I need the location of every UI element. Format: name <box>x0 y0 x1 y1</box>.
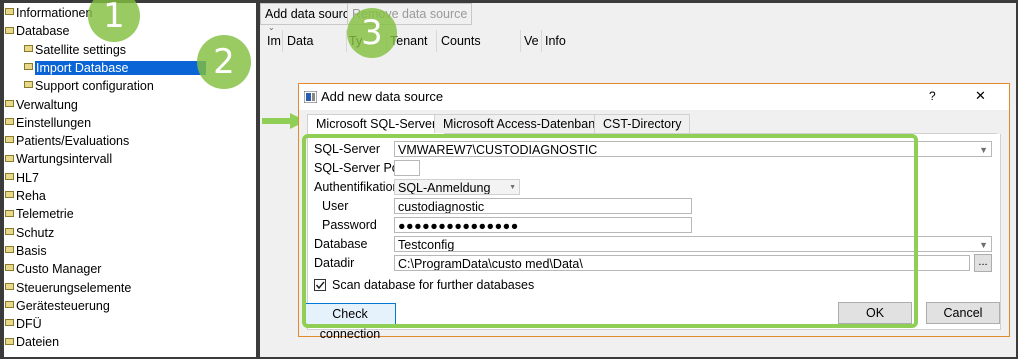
column-header-counts[interactable]: Counts <box>441 32 481 50</box>
chevron-down-icon: ▼ <box>979 240 988 250</box>
tree-item[interactable]: Patients/Evaluations <box>5 132 129 150</box>
tree-item-label: Telemetrie <box>16 207 74 222</box>
column-header-data[interactable]: Data <box>287 32 313 50</box>
step-badge-3: 3 <box>347 8 397 58</box>
tree-item-label: Reha <box>16 189 46 203</box>
tree-item-label: Informationen <box>16 6 93 20</box>
tree-item[interactable]: Verwaltung <box>5 96 78 114</box>
folder-icon <box>5 246 14 254</box>
sort-indicator-icon: ⌄ <box>268 23 275 32</box>
add-data-source-button[interactable]: Add data source <box>260 3 362 25</box>
tree-item-label: Einstellungen <box>16 115 92 130</box>
tree-item-label: Steuerungselemente <box>16 280 132 295</box>
column-separator <box>436 30 437 52</box>
tree-item[interactable]: HL7 <box>5 169 39 187</box>
tree-item[interactable]: Informationen <box>5 4 92 22</box>
tree-item-label: Wartungsintervall <box>16 152 113 167</box>
dialog-title: Add new data source <box>321 89 444 104</box>
folder-icon <box>24 44 33 52</box>
column-header-info[interactable]: Info <box>545 32 566 50</box>
folder-icon <box>5 264 14 272</box>
tree-item-label: HL7 <box>16 170 39 185</box>
tree-item-label: Support configuration <box>35 79 154 94</box>
column-header-version[interactable]: Ve <box>524 32 539 50</box>
folder-icon <box>24 81 33 89</box>
tree-item[interactable]: Custo Manager <box>5 260 101 278</box>
tree-item[interactable]: Schutz <box>5 224 54 242</box>
tab-strip: Microsoft SQL-Server Microsoft Access-Da… <box>307 114 997 134</box>
tree-item[interactable]: Basis <box>5 242 47 260</box>
folder-icon <box>5 227 14 235</box>
folder-icon <box>5 172 14 180</box>
tree-item[interactable]: Support configuration <box>24 77 154 95</box>
column-header-im[interactable]: Im <box>267 32 281 50</box>
tab-microsoft-sql-server[interactable]: Microsoft SQL-Server <box>307 114 446 134</box>
tree-item-label: Satellite settings <box>35 42 127 57</box>
column-separator <box>282 30 283 52</box>
chevron-down-icon: ▼ <box>979 145 988 155</box>
tree-item[interactable]: Dateien <box>5 333 59 351</box>
tree-item-label: Basis <box>16 243 47 258</box>
tree-item[interactable]: Database <box>5 22 70 40</box>
column-separator <box>520 30 521 52</box>
tree-item-label: Verwaltung <box>16 97 78 112</box>
tree-item[interactable]: Telemetrie <box>5 205 74 223</box>
help-button[interactable]: ? <box>929 89 936 103</box>
tree-item-label: Schutz <box>16 225 55 240</box>
folder-icon <box>5 337 14 345</box>
step-badge-2: 2 <box>197 35 251 89</box>
highlight-frame <box>302 134 918 328</box>
folder-icon <box>5 99 14 107</box>
tree-item-label: Gerätesteuerung <box>16 298 110 313</box>
tree-item[interactable]: Reha <box>5 187 46 205</box>
tree-item[interactable]: Satellite settings <box>24 41 126 59</box>
folder-icon <box>5 319 14 327</box>
tree-item-label: Patients/Evaluations <box>16 134 130 149</box>
folder-icon <box>5 136 14 144</box>
folder-icon <box>5 8 14 16</box>
dialog-titlebar: Add new data source ? ✕ <box>299 84 1009 110</box>
folder-icon <box>5 282 14 290</box>
folder-icon <box>5 191 14 199</box>
tree-item[interactable]: Steuerungselemente <box>5 279 131 297</box>
tree-item-label: Database <box>16 24 70 39</box>
tree-item[interactable]: Wartungsintervall <box>5 150 112 168</box>
app-icon <box>304 91 317 103</box>
tree-item[interactable]: DFÜ <box>5 315 42 333</box>
folder-icon <box>5 118 14 125</box>
tab-microsoft-access[interactable]: Microsoft Access-Datenbank <box>434 114 611 133</box>
close-icon[interactable]: ✕ <box>975 88 986 104</box>
folder-icon <box>5 301 14 308</box>
tree-item-label: Import Database <box>35 60 207 75</box>
browse-button[interactable]: ... <box>974 254 992 272</box>
folder-icon <box>24 63 33 71</box>
tab-cst-directory[interactable]: CST-Directory <box>594 114 691 133</box>
tree-item[interactable]: Gerätesteuerung <box>5 297 110 315</box>
cancel-button[interactable]: Cancel <box>926 302 1000 324</box>
tree-item-label: Custo Manager <box>16 262 102 277</box>
column-separator <box>541 30 542 52</box>
folder-icon <box>5 26 14 34</box>
tree-item[interactable]: Einstellungen <box>5 114 91 132</box>
tree-item-label: Dateien <box>16 335 60 350</box>
tree-item-label: DFÜ <box>16 317 42 332</box>
tree-item[interactable]: Import Database <box>24 59 207 77</box>
folder-icon <box>5 209 14 217</box>
folder-icon <box>5 154 14 162</box>
